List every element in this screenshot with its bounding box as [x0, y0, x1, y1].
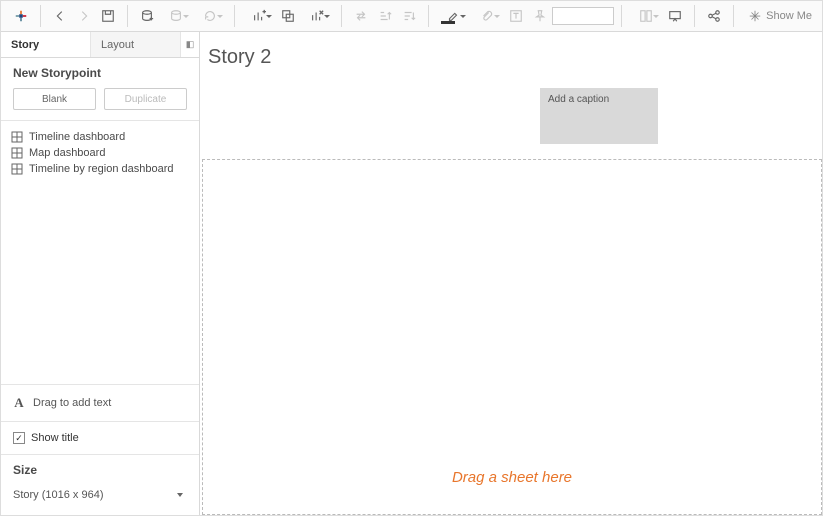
text-label-icon[interactable]	[504, 4, 528, 28]
caption-box[interactable]: Add a caption	[540, 88, 658, 144]
text-icon: A	[13, 395, 25, 411]
presentation-mode-icon[interactable]	[663, 4, 687, 28]
list-item[interactable]: Timeline dashboard	[11, 129, 189, 145]
tab-layout[interactable]: Layout	[91, 32, 181, 57]
drag-to-add-text[interactable]: ADrag to add text	[1, 384, 199, 421]
attach-icon[interactable]	[470, 4, 504, 28]
list-item[interactable]: Timeline by region dashboard	[11, 161, 189, 177]
drop-zone[interactable]: Drag a sheet here	[202, 159, 822, 515]
show-title-label: Show title	[31, 432, 79, 444]
toolbar: Show Me	[1, 1, 822, 32]
fit-selector-input[interactable]	[552, 7, 614, 25]
pause-auto-updates-icon[interactable]	[159, 4, 193, 28]
clear-sheet-icon[interactable]	[300, 4, 334, 28]
sidebar: Story Layout ◧ New Storypoint Blank Dupl…	[1, 32, 200, 515]
list-item[interactable]: Map dashboard	[11, 145, 189, 161]
blank-button[interactable]: Blank	[13, 88, 96, 110]
show-title-checkbox[interactable]: ✓	[13, 432, 25, 444]
drop-hint: Drag a sheet here	[452, 469, 572, 486]
duplicate-sheet-icon[interactable]	[276, 4, 300, 28]
duplicate-button[interactable]: Duplicate	[104, 88, 187, 110]
new-worksheet-icon[interactable]	[242, 4, 276, 28]
show-me-label: Show Me	[766, 10, 812, 22]
pin-icon[interactable]	[528, 4, 552, 28]
sort-desc-icon[interactable]	[397, 4, 421, 28]
save-icon[interactable]	[96, 4, 120, 28]
refresh-icon[interactable]	[193, 4, 227, 28]
new-data-source-icon[interactable]	[135, 4, 159, 28]
story-title[interactable]: Story 2	[208, 46, 271, 69]
story-canvas: Story 2 Add a caption Drag a sheet here	[200, 32, 822, 515]
size-dropdown[interactable]: Story (1016 x 964)	[13, 485, 187, 505]
back-icon[interactable]	[48, 4, 72, 28]
main-area: Story Layout ◧ New Storypoint Blank Dupl…	[1, 32, 822, 515]
tableau-logo-icon[interactable]	[9, 4, 33, 28]
collapse-pane-icon[interactable]: ◧	[181, 32, 199, 57]
tab-story[interactable]: Story	[1, 32, 91, 57]
show-cards-icon[interactable]	[629, 4, 663, 28]
share-icon[interactable]	[702, 4, 726, 28]
size-heading: Size	[13, 463, 187, 477]
highlight-icon[interactable]	[436, 4, 470, 28]
show-me-button[interactable]: Show Me	[742, 9, 818, 23]
sidebar-tabs: Story Layout ◧	[1, 32, 199, 58]
forward-icon[interactable]	[72, 4, 96, 28]
dashboard-list: Timeline dashboard Map dashboard Timelin…	[1, 120, 199, 384]
new-storypoint-title: New Storypoint	[13, 66, 187, 80]
sort-asc-icon[interactable]	[373, 4, 397, 28]
swap-rows-columns-icon[interactable]	[349, 4, 373, 28]
